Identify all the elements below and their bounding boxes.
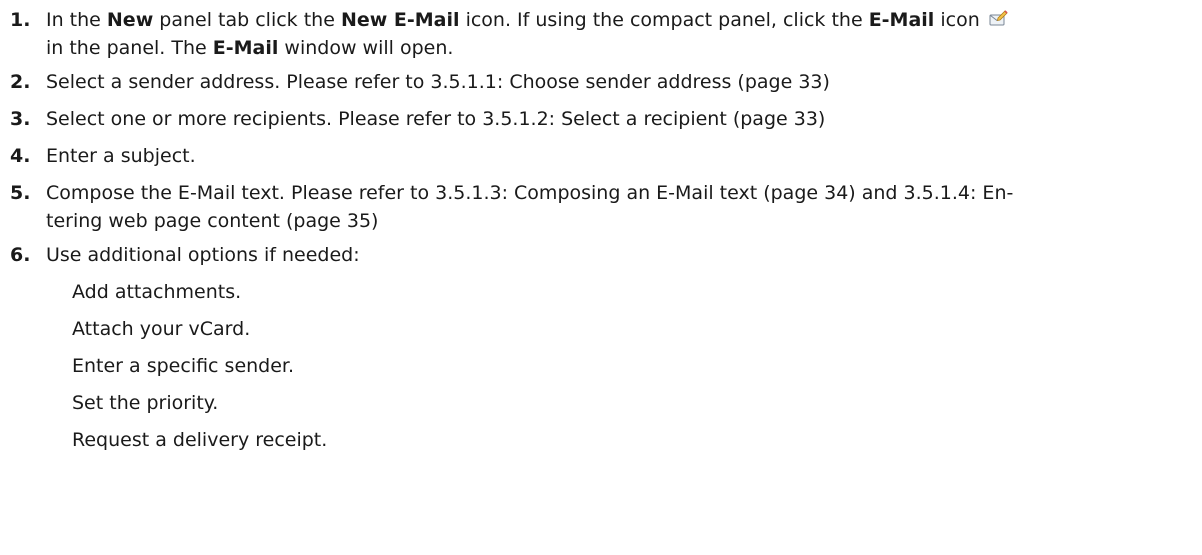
step-3: 3. Select one or more recipients. Please… [10,105,1202,142]
step-2: 2. Select a sender address. Please refer… [10,68,1202,105]
step-text: Enter a subject. [46,145,196,167]
step-number: 5. [10,182,31,204]
step-number: 6. [10,244,31,266]
option-item: Add attachments. [72,281,242,303]
icon-name: New E-Mail [340,9,460,31]
window-name: E-Mail [212,37,279,59]
option-item: Enter a specific sender. [72,355,295,377]
step-1: 1. In the New panel tab click the New E-… [10,6,1202,68]
step-text: Select one or more recipients. Please re… [46,108,826,130]
step-number: 4. [10,145,31,167]
step-number: 1. [10,9,31,31]
panel-tab-name: New [106,9,154,31]
option-item: Request a delivery receipt. [72,429,328,451]
icon-name: E-Mail [868,9,935,31]
step-4: 4. Enter a subject. [10,142,1202,179]
step-5: 5. Compose the E-Mail text. Please refer… [10,179,1202,241]
option-item: Attach your vCard. [72,318,251,340]
instruction-list: 1. In the New panel tab click the New E-… [0,0,1202,463]
option-item: Set the priority. [72,392,219,414]
step-text: Compose the E-Mail text. Please refer to… [46,182,1014,232]
email-compose-icon [988,9,1008,29]
step-text: Select a sender address. Please refer to… [46,71,830,93]
step-number: 3. [10,108,31,130]
step-number: 2. [10,71,31,93]
step-6: 6. Use additional options if needed: [10,241,1202,278]
step-text: In the New panel tab click the New E-Mai… [46,6,1202,62]
step-text: Use additional options if needed: [46,244,360,266]
